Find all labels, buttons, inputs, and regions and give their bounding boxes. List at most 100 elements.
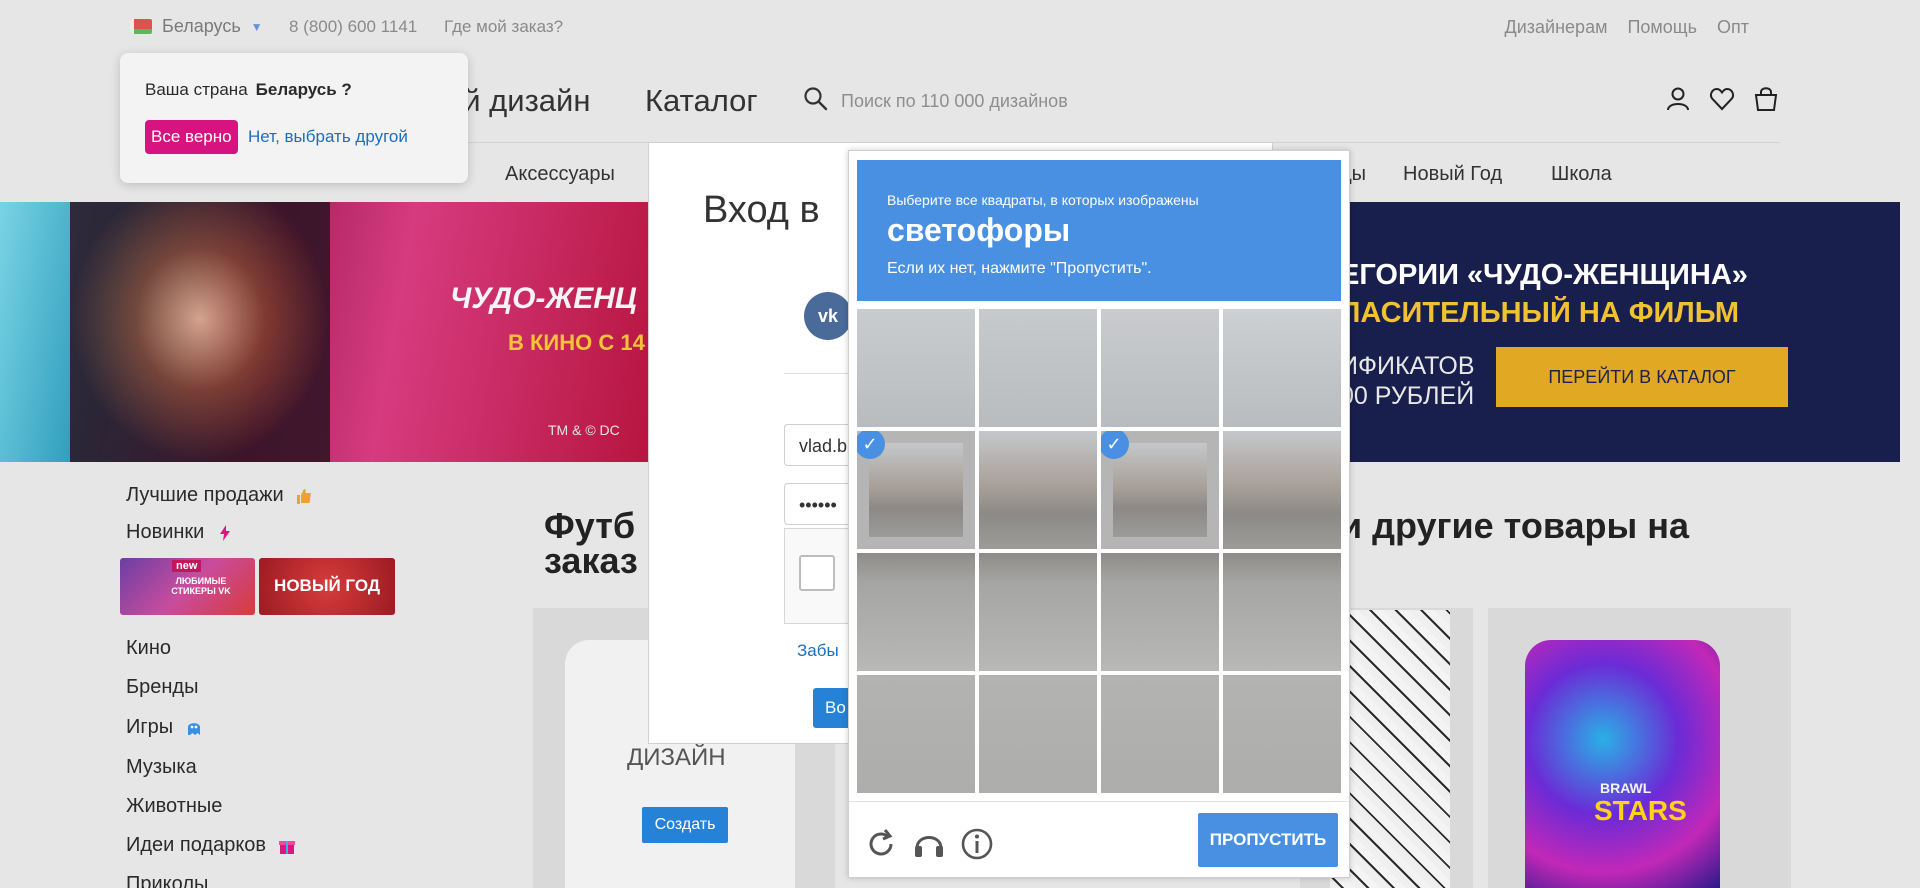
- country-question-value: Беларусь ?: [255, 80, 352, 99]
- forgot-password-link[interactable]: Забы: [797, 641, 839, 661]
- captcha-tile[interactable]: [979, 309, 1097, 427]
- sidebar-item-movies[interactable]: Кино: [126, 637, 171, 660]
- captcha-image-grid: ✓ ✓: [857, 309, 1343, 793]
- banner-right-line4: 00 РУБЛЕЙ: [1340, 382, 1475, 410]
- captcha-tile-image: [979, 431, 1097, 549]
- captcha-tile[interactable]: [857, 553, 975, 671]
- change-country-link[interactable]: Нет, выбрать другой: [248, 127, 408, 147]
- captcha-tile[interactable]: [1223, 431, 1341, 549]
- captcha-tile-image: [1223, 553, 1341, 671]
- thumbs-up-icon: [297, 488, 312, 504]
- search-icon[interactable]: [803, 86, 829, 112]
- reload-icon[interactable]: [863, 826, 899, 862]
- banner-right-line3: ИФИКАТОВ: [1340, 352, 1475, 380]
- country-question: Ваша страна Беларусь ?: [145, 80, 352, 100]
- captcha-tile[interactable]: [1223, 309, 1341, 427]
- header-icons: [1665, 86, 1779, 112]
- captcha-tile[interactable]: ✓: [1101, 431, 1219, 549]
- captcha-tile[interactable]: ✓: [857, 431, 975, 549]
- captcha-target: светофоры: [887, 212, 1071, 248]
- designers-link[interactable]: Дизайнерам: [1505, 17, 1608, 38]
- sidebar-item-games[interactable]: Игры: [126, 716, 203, 739]
- confirm-country-button[interactable]: Все верно: [145, 120, 238, 154]
- login-title: Вход в: [703, 189, 820, 231]
- sidebar-tile-new-year[interactable]: НОВЫЙ ГОД: [259, 558, 395, 615]
- captcha-tile-image: [979, 553, 1097, 671]
- captcha-tile-image: [1223, 431, 1341, 549]
- user-icon[interactable]: [1665, 86, 1691, 112]
- vk-login-button[interactable]: vk: [804, 292, 852, 340]
- help-link[interactable]: Помощь: [1627, 17, 1697, 38]
- sidebar-item-label: Приколы: [126, 873, 209, 888]
- top-links: Дизайнерам Помощь Опт: [1505, 17, 1749, 38]
- captcha-tile[interactable]: [857, 309, 975, 427]
- banner-right-line1: ЕГОРИИ «ЧУДО-ЖЕНЩИНА»: [1340, 259, 1748, 291]
- sidebar-tile-stickers[interactable]: new ЛЮБИМЫЕ СТИКЕРЫ VK: [120, 558, 255, 615]
- sidebar-item-animals[interactable]: Животные: [126, 795, 222, 818]
- top-bar: Беларусь ▼ 8 (800) 600 1141 Где мой зака…: [0, 0, 1920, 54]
- captcha-tile-image: [1101, 309, 1219, 427]
- country-confirm-popup: Ваша страна Беларусь ? Все верно Нет, выб…: [120, 53, 468, 183]
- banner-catalog-button[interactable]: ПЕРЕЙТИ В КАТАЛОГ: [1496, 347, 1788, 407]
- cart-icon[interactable]: [1753, 86, 1779, 112]
- captcha-tile[interactable]: [857, 675, 975, 793]
- country-question-label: Ваша страна: [145, 80, 248, 99]
- captcha-tile[interactable]: [1223, 553, 1341, 671]
- audio-icon[interactable]: [911, 826, 947, 862]
- search-input[interactable]: [841, 88, 1261, 114]
- recaptcha-checkbox[interactable]: [799, 555, 835, 591]
- catalog-link[interactable]: Каталог: [645, 83, 758, 119]
- sidebar-item-label: Игры: [126, 716, 174, 738]
- captcha-tile[interactable]: [1223, 675, 1341, 793]
- captcha-tile[interactable]: [1101, 309, 1219, 427]
- login-submit-button[interactable]: Во: [813, 688, 853, 728]
- nav-new-year[interactable]: Новый Год: [1403, 163, 1502, 186]
- tile-label: НОВЫЙ ГОД: [274, 576, 380, 595]
- sidebar-item-brands[interactable]: Бренды: [126, 676, 198, 699]
- captcha-instruction: Выберите все квадраты, в которых изображ…: [887, 192, 1199, 208]
- captcha-tile-image: [857, 309, 975, 427]
- captcha-tile-image: [857, 675, 975, 793]
- captcha-tile-image: [1113, 443, 1207, 537]
- wholesale-link[interactable]: Опт: [1717, 17, 1749, 38]
- belarus-flag-icon: [130, 19, 152, 34]
- skip-button[interactable]: ПРОПУСТИТЬ: [1198, 813, 1338, 867]
- sidebar-item-jokes[interactable]: Приколы: [126, 873, 208, 888]
- captcha-tile-image: [869, 443, 963, 537]
- sidebar-item-label: Кино: [126, 637, 171, 659]
- country-selector[interactable]: Беларусь ▼: [130, 16, 263, 37]
- captcha-tile[interactable]: [979, 553, 1097, 671]
- captcha-tile-image: [1101, 675, 1219, 793]
- new-badge: new: [172, 560, 202, 572]
- sidebar-item-music[interactable]: Музыка: [126, 756, 197, 779]
- captcha-header: Выберите все квадраты, в которых изображ…: [857, 160, 1341, 301]
- brawl-stars-tshirt-image: [1525, 640, 1720, 888]
- lightning-icon: [219, 524, 230, 541]
- captcha-tile-image: [979, 309, 1097, 427]
- captcha-tile[interactable]: [1101, 553, 1219, 671]
- info-icon[interactable]: [959, 826, 995, 862]
- phone-link[interactable]: 8 (800) 600 1141: [289, 17, 417, 37]
- captcha-tile-image: [979, 675, 1097, 793]
- sidebar-item-best[interactable]: Лучшие продажи: [126, 484, 313, 507]
- section-title-right: и другие товары на: [1340, 505, 1689, 546]
- sidebar-item-label: Идеи подарков: [126, 834, 267, 856]
- captcha-tile[interactable]: [1101, 675, 1219, 793]
- order-status-link[interactable]: Где мой заказ?: [444, 17, 563, 37]
- captcha-tile[interactable]: [979, 431, 1097, 549]
- sidebar-item-label: Животные: [126, 795, 223, 817]
- sidebar-item-new[interactable]: Новинки: [126, 521, 234, 544]
- captcha-tile-image: [1223, 309, 1341, 427]
- create-design-button[interactable]: Создать: [642, 807, 728, 843]
- nav-accessories[interactable]: Аксессуары: [505, 163, 615, 186]
- banner-hero-image: [70, 202, 330, 462]
- banner-left-title: ЧУДО-ЖЕНЦ: [450, 282, 637, 315]
- tshirt-design-text: ДИЗАЙН: [627, 744, 726, 771]
- captcha-tile[interactable]: [979, 675, 1097, 793]
- captcha-challenge: Выберите все квадраты, в которых изображ…: [848, 150, 1350, 878]
- sidebar-item-gifts[interactable]: Идеи подарков: [126, 834, 296, 857]
- nav-school[interactable]: Школа: [1551, 163, 1612, 186]
- heart-icon[interactable]: [1709, 86, 1735, 112]
- gift-icon: [278, 840, 295, 854]
- sidebar-item-label: Музыка: [126, 756, 197, 778]
